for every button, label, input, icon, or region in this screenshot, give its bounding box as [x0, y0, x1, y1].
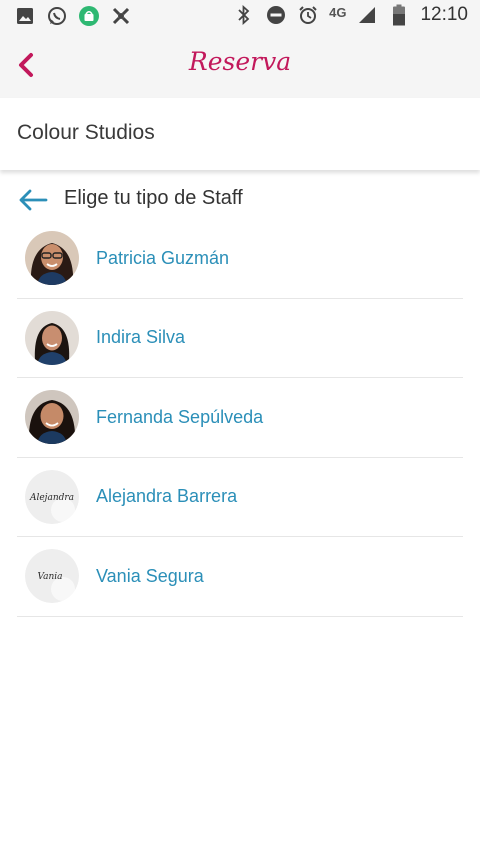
- page-title: Reserva: [188, 47, 292, 76]
- signal-icon: [356, 4, 378, 26]
- avatar: Alejandra: [25, 469, 79, 524]
- avatar: [25, 231, 79, 286]
- avatar: [25, 390, 79, 445]
- tool-icon: [110, 5, 132, 27]
- staff-list: Patricia Guzmán Indira Silva Fernanda Se: [17, 219, 463, 617]
- image-icon: [14, 5, 36, 27]
- app-bar: Reserva: [0, 32, 480, 98]
- staff-item[interactable]: Alejandra Alejandra Barrera: [17, 458, 463, 537]
- section-title: Elige tu tipo de Staff: [64, 187, 243, 209]
- arrow-left-icon[interactable]: [18, 186, 48, 214]
- staff-name: Alejandra Barrera: [96, 486, 238, 507]
- whatsapp-icon: [46, 5, 68, 27]
- section-header: Elige tu tipo de Staff: [0, 180, 480, 220]
- staff-name: Patricia Guzmán: [96, 247, 230, 268]
- clock: 12:10: [420, 4, 468, 25]
- staff-item[interactable]: Patricia Guzmán: [17, 219, 463, 299]
- dnd-icon: [265, 4, 287, 26]
- studio-header: Colour Studios: [0, 98, 480, 170]
- bluetooth-icon: [233, 4, 255, 26]
- staff-name: Indira Silva: [96, 327, 186, 348]
- svg-text:Alejandra: Alejandra: [29, 493, 74, 503]
- network-label: 4G: [329, 4, 347, 20]
- staff-name: Vania Segura: [96, 565, 204, 586]
- svg-text:Vania: Vania: [37, 572, 62, 582]
- staff-item[interactable]: Vania Vania Segura: [17, 537, 463, 617]
- studio-name: Colour Studios: [17, 121, 155, 144]
- alarm-icon: [297, 4, 319, 26]
- staff-item[interactable]: Fernanda Sepúlveda: [17, 378, 463, 458]
- staff-name: Fernanda Sepúlveda: [96, 406, 264, 427]
- avatar: Vania: [25, 549, 79, 604]
- android-store-icon: [78, 5, 100, 27]
- avatar: [25, 310, 79, 365]
- battery-icon: [388, 4, 410, 26]
- status-bar: 4G 12:10: [0, 0, 480, 32]
- staff-item[interactable]: Indira Silva: [17, 299, 463, 378]
